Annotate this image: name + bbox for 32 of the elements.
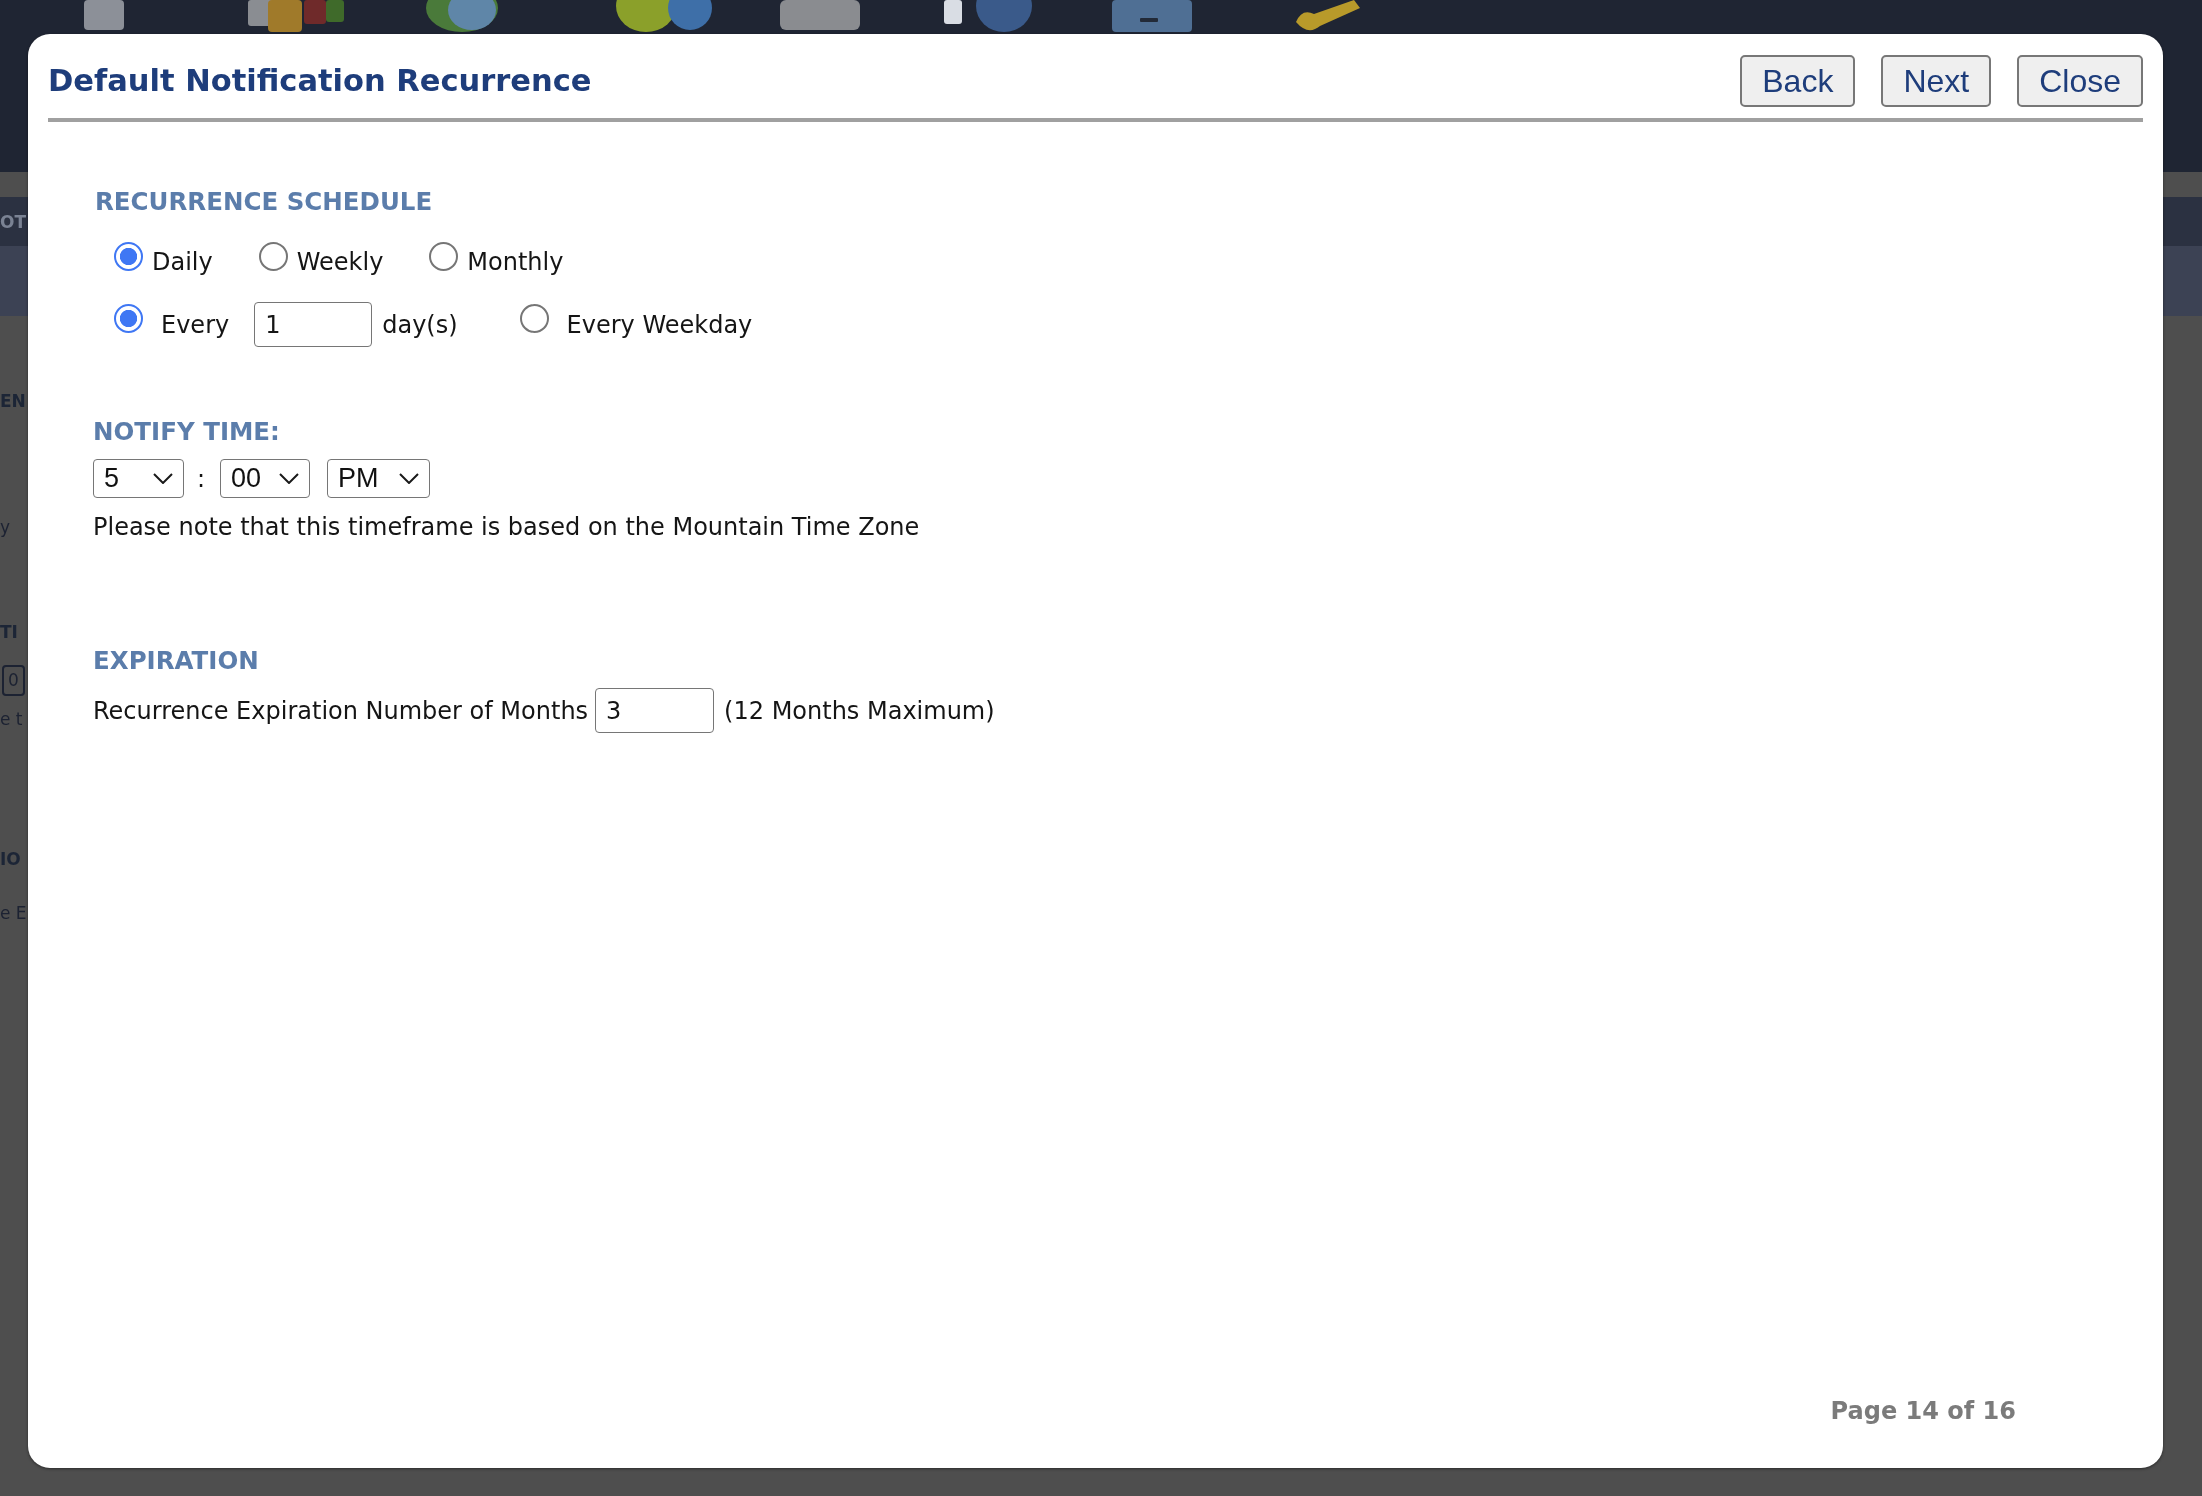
months-field[interactable]: 3 xyxy=(595,688,715,733)
chevron-down-icon xyxy=(279,473,300,484)
unit-label: day(s) xyxy=(382,309,458,340)
chevron-down-icon xyxy=(153,473,173,484)
time-separator: : xyxy=(197,463,206,494)
option-label: Daily xyxy=(152,247,213,277)
option-label: Weekly xyxy=(296,247,384,277)
section-heading: NOTIFY TIME: xyxy=(93,417,280,447)
field-hint: (12 Months Maximum) xyxy=(724,695,995,726)
close-button[interactable]: Close xyxy=(2017,55,2143,107)
radio-button[interactable] xyxy=(258,241,288,271)
timezone-note: Please note that this timeframe is based on the Mountain Time Zone xyxy=(93,512,920,542)
page-indicator: Page 14 of 16 xyxy=(1830,1396,2016,1426)
radio-button[interactable] xyxy=(114,304,143,333)
chevron-down-icon xyxy=(399,473,420,484)
hour-dropdown[interactable]: 5 xyxy=(93,459,184,498)
option-label: Every xyxy=(161,309,230,340)
next-button[interactable]: Next xyxy=(1881,55,1992,107)
interval-field[interactable]: 1 xyxy=(254,302,373,347)
field-label: Recurrence Expiration Number of Months xyxy=(93,695,589,726)
section-heading: EXPIRATION xyxy=(93,646,259,676)
minute-dropdown[interactable]: 00 xyxy=(220,459,311,498)
tab-label-fragment: OT xyxy=(0,210,27,233)
option-label: Monthly xyxy=(467,247,564,277)
radio-button[interactable] xyxy=(519,304,549,333)
section-heading: RECURRENCE SCHEDULE xyxy=(95,187,433,217)
dialog-title: Default Notification Recurrence xyxy=(48,62,592,100)
radio-button[interactable] xyxy=(114,241,143,271)
period-dropdown[interactable]: PM xyxy=(327,459,431,498)
back-button[interactable]: Back xyxy=(1740,55,1856,107)
radio-button[interactable] xyxy=(429,241,459,271)
option-label: Every Weekday xyxy=(566,309,753,340)
